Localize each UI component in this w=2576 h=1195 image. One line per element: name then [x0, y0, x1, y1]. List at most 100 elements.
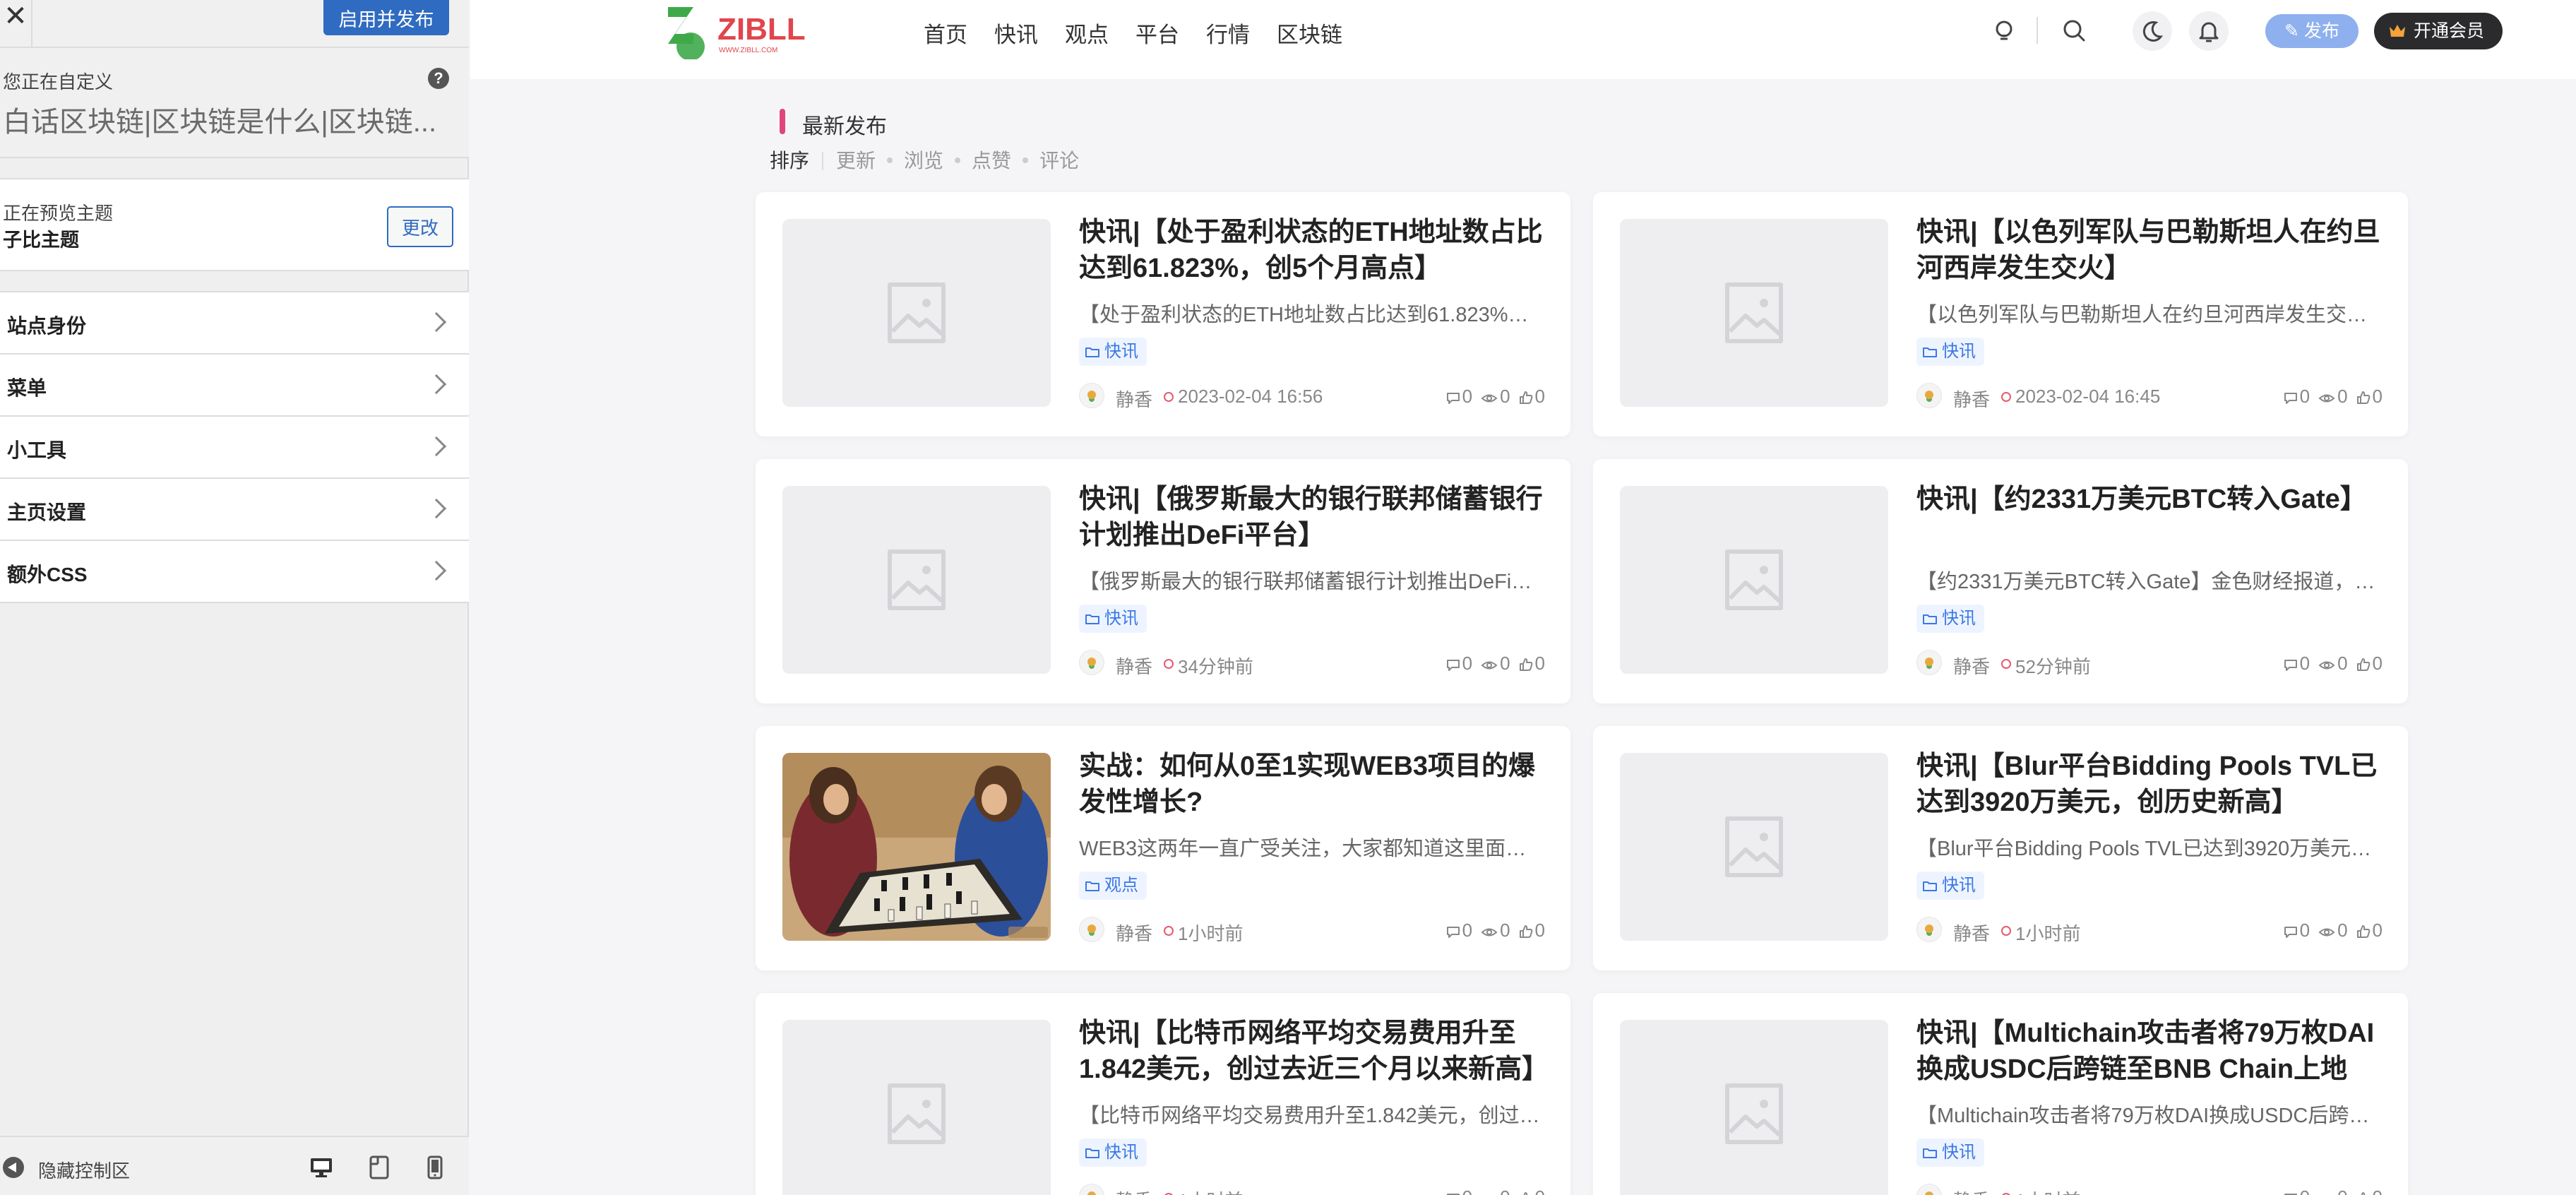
nav-item-platform[interactable]: 平台 [1135, 17, 1179, 49]
post-card[interactable]: 快讯|【约2331万美元BTC转入Gate】 【约2331万美元BTC转入Gate… [1593, 459, 2408, 703]
post-thumbnail[interactable] [782, 1020, 1051, 1195]
nav-item-home[interactable]: 首页 [924, 17, 967, 49]
post-title[interactable]: 快讯|【Multichain攻击者将79万枚DAI换成USDC后跨链至BNB C… [1916, 1016, 2383, 1088]
post-excerpt: 【俄罗斯最大的银行联邦储蓄银行计划推出DeFi平台】金色财经报道， [1079, 571, 1545, 593]
post-author[interactable]: 静香 [1953, 920, 1990, 946]
change-theme-button[interactable]: 更改 [387, 206, 453, 247]
post-author[interactable]: 静香 [1116, 920, 1152, 946]
collapse-icon[interactable] [3, 1157, 24, 1178]
post-title[interactable]: 实战：如何从0至1实现WEB3项目的爆发性增长? [1079, 749, 1545, 821]
post-title[interactable]: 快讯|【约2331万美元BTC转入Gate】 [1916, 482, 2383, 518]
author-avatar[interactable] [1079, 1184, 1104, 1195]
nav-item-blockchain[interactable]: 区块链 [1277, 17, 1342, 49]
author-avatar[interactable] [1916, 1184, 1942, 1195]
post-meta: 静香 1小时前 0 0 0 [1916, 915, 2383, 944]
help-icon[interactable]: ? [428, 68, 449, 89]
post-category-tag[interactable]: 快讯 [1079, 338, 1147, 366]
sort-option-likes[interactable]: 点赞 [972, 150, 1011, 172]
post-thumbnail[interactable] [782, 753, 1051, 941]
post-stats: 0 0 0 [1438, 920, 1545, 941]
post-time: 1小时前 [2000, 1187, 2080, 1195]
author-avatar[interactable] [1916, 917, 1942, 942]
post-card[interactable]: 快讯|【处于盈利状态的ETH地址数占比达到61.823%，创5个月高点】 【处于盈… [756, 192, 1570, 436]
publish-button[interactable]: 启用并发布 [323, 0, 449, 35]
post-author[interactable]: 静香 [1953, 1187, 1990, 1195]
folder-icon [1085, 347, 1099, 357]
sort-option-comments[interactable]: 评论 [1039, 150, 1079, 172]
thumbs-up-icon [2361, 1192, 2365, 1195]
post-thumbnail[interactable] [782, 486, 1051, 674]
post-title[interactable]: 快讯|【以色列军队与巴勒斯坦人在约旦河西岸发生交火】 [1916, 215, 2383, 287]
section-site-identity[interactable]: 站点身份 [0, 292, 469, 355]
vip-button[interactable]: 开通会员 [2374, 13, 2503, 49]
comment-count: 0 [2300, 1187, 2310, 1195]
hide-controls-button[interactable]: 隐藏控制区 [38, 1157, 130, 1183]
nav-item-flash[interactable]: 快讯 [994, 17, 1038, 49]
folder-icon [1923, 347, 1937, 357]
post-title[interactable]: 快讯|【比特币网络平均交易费用升至1.842美元，创过去近三个月以来新高】 [1079, 1016, 1545, 1088]
author-avatar[interactable] [1916, 650, 1942, 675]
post-category-tag[interactable]: 快讯 [1916, 872, 1984, 900]
post-category-tag[interactable]: 快讯 [1079, 605, 1147, 633]
mobile-preview-icon[interactable] [427, 1155, 443, 1179]
close-icon[interactable]: ✕ [0, 0, 32, 47]
post-card[interactable]: 快讯|【比特币网络平均交易费用升至1.842美元，创过去近三个月以来新高】 【比特… [756, 993, 1570, 1195]
post-thumbnail[interactable] [1620, 219, 1888, 407]
post-category-tag[interactable]: 快讯 [1916, 605, 1984, 633]
post-title[interactable]: 快讯|【处于盈利状态的ETH地址数占比达到61.823%，创5个月高点】 [1079, 215, 1545, 287]
post-author[interactable]: 静香 [1953, 386, 1990, 412]
sort-option-views[interactable]: 浏览 [904, 150, 943, 172]
post-category-tag[interactable]: 快讯 [1916, 1138, 1984, 1167]
publish-post-button[interactable]: ✎ 发布 [2265, 14, 2359, 48]
post-category-label: 观点 [1104, 876, 1138, 895]
post-card[interactable]: 快讯|【以色列军队与巴勒斯坦人在约旦河西岸发生交火】 【以色列军队与巴勒斯坦人在约… [1593, 192, 2408, 436]
section-additional-css[interactable]: 额外CSS [0, 541, 469, 603]
post-category-tag[interactable]: 快讯 [1079, 1138, 1147, 1167]
site-logo[interactable]: ZIBLL WWW.ZIBLL.COM [662, 3, 825, 59]
bell-icon[interactable] [2189, 11, 2229, 51]
post-thumbnail[interactable] [1620, 486, 1888, 674]
post-category-tag[interactable]: 快讯 [1916, 338, 1984, 366]
nav-item-market[interactable]: 行情 [1206, 17, 1250, 49]
nav-item-opinion[interactable]: 观点 [1065, 17, 1109, 49]
post-stats: 0 0 0 [1438, 386, 1545, 408]
author-avatar[interactable] [1079, 917, 1104, 942]
section-widgets[interactable]: 小工具 [0, 417, 469, 479]
view-count: 0 [1500, 386, 1510, 407]
section-menus[interactable]: 菜单 [0, 355, 469, 417]
author-avatar[interactable] [1916, 383, 1942, 408]
post-card[interactable]: 快讯|【Multichain攻击者将79万枚DAI换成USDC后跨链至BNB C… [1593, 993, 2408, 1195]
post-author[interactable]: 静香 [1116, 1187, 1152, 1195]
lightbulb-icon[interactable] [1988, 16, 2020, 47]
author-avatar[interactable] [1079, 383, 1104, 408]
post-thumbnail[interactable] [1620, 1020, 1888, 1195]
desktop-preview-icon[interactable] [309, 1155, 333, 1179]
view-count: 0 [1500, 653, 1510, 674]
post-category-tag[interactable]: 观点 [1079, 872, 1147, 900]
sort-option-updated[interactable]: 更新 [836, 150, 876, 172]
post-thumbnail[interactable] [782, 219, 1051, 407]
section-label: 主页设置 [7, 501, 87, 523]
folder-icon [1085, 614, 1099, 624]
author-avatar[interactable] [1079, 650, 1104, 675]
post-card[interactable]: 快讯|【俄罗斯最大的银行联邦储蓄银行计划推出DeFi平台】【俄罗斯最大的银行联邦… [756, 459, 1570, 703]
image-placeholder-icon [888, 549, 946, 610]
post-thumbnail[interactable] [1620, 753, 1888, 941]
customizer-sections: 站点身份 菜单 小工具 主页设置 额外CSS [0, 291, 469, 603]
post-title[interactable]: 快讯|【俄罗斯最大的银行联邦储蓄银行计划推出DeFi平台】 [1079, 482, 1545, 554]
eye-icon [1481, 394, 1498, 403]
post-author[interactable]: 静香 [1953, 653, 1990, 679]
post-meta: 静香 2023-02-04 16:56 0 0 0 [1079, 381, 1545, 410]
moon-icon[interactable] [2133, 11, 2172, 51]
post-author[interactable]: 静香 [1116, 653, 1152, 679]
post-card[interactable]: 实战：如何从0至1实现WEB3项目的爆发性增长? WEB3这两年一直广受关注，大家… [756, 726, 1570, 970]
post-author[interactable]: 静香 [1116, 386, 1152, 412]
section-homepage-settings[interactable]: 主页设置 [0, 479, 469, 541]
thumbs-up-icon [1523, 1192, 1527, 1195]
post-card[interactable]: 快讯|【Blur平台Bidding Pools TVL已达到3920万美元，创历… [1593, 726, 2408, 970]
post-time: 2023-02-04 16:56 [1163, 386, 1323, 407]
tablet-preview-icon[interactable] [369, 1155, 390, 1179]
eye-icon [2318, 928, 2335, 937]
post-title[interactable]: 快讯|【Blur平台Bidding Pools TVL已达到3920万美元，创历… [1916, 749, 2383, 821]
search-icon[interactable] [2059, 16, 2090, 47]
